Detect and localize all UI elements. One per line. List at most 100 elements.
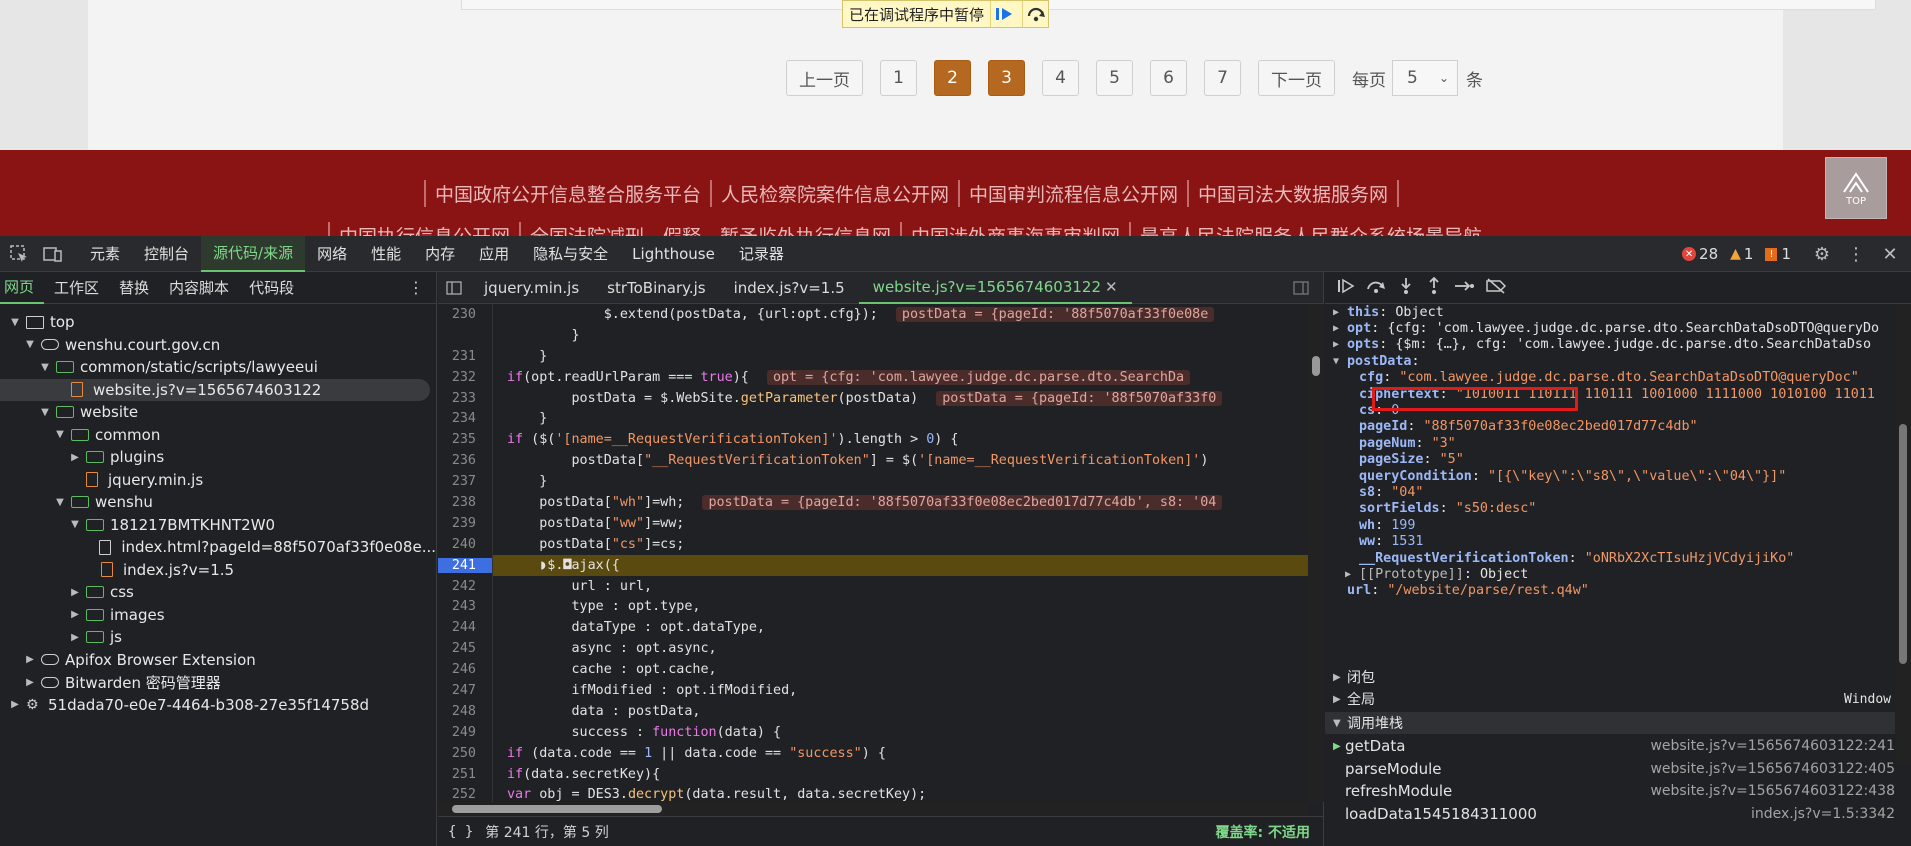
footer-link[interactable]: 中国涉外商事海事审判网 [900, 222, 1129, 236]
more-options-icon[interactable]: ⋮ [408, 278, 424, 297]
tab-network[interactable]: 网络 [305, 236, 359, 272]
code-line[interactable]: 251 if (data.secretKey){ [438, 763, 1308, 785]
line-number[interactable]: 232 [438, 370, 492, 385]
code-line[interactable]: 242 url : url, [438, 575, 1308, 597]
callstack-frame[interactable]: ▶ getData website.js?v=1565674603122:241 [1325, 735, 1895, 757]
error-count[interactable]: ✕ 28 [1682, 245, 1718, 263]
tree-item[interactable]: ▼ wenshu [0, 491, 436, 514]
scope-variable[interactable]: pageNum: "3" [1325, 435, 1895, 451]
code-line[interactable]: 234 } [438, 408, 1308, 430]
footer-link[interactable]: 全国法院减刑、假释、暂予监外执行信息网 [519, 222, 900, 236]
scope-variable[interactable]: ▶ opts: {$m: {…}, cfg: 'com.lawyee.judge.… [1325, 337, 1895, 353]
tab-memory[interactable]: 内存 [413, 236, 467, 272]
line-number[interactable]: 235 [438, 432, 492, 447]
frame-location[interactable]: website.js?v=1565674603122:438 [1650, 783, 1895, 799]
footer-link[interactable]: 人民检察院案件信息公开网 [710, 180, 958, 207]
frame-location[interactable]: website.js?v=1565674603122:241 [1650, 738, 1895, 754]
page-4-button[interactable]: 4 [1042, 60, 1079, 96]
callstack-frame[interactable]: refreshModule website.js?v=1565674603122:… [1325, 780, 1895, 802]
collapse-arrow-icon[interactable]: ▼ [38, 362, 52, 373]
expand-arrow-icon[interactable]: ▶ [1333, 307, 1347, 318]
callstack-frame[interactable]: parseModule website.js?v=1565674603122:40… [1325, 758, 1895, 780]
expand-arrow-icon[interactable]: ▶ [1333, 339, 1347, 350]
scroll-thumb[interactable] [1312, 356, 1320, 376]
tab-application[interactable]: 应用 [467, 236, 521, 272]
gear-icon[interactable]: ⚙ [1807, 239, 1837, 269]
collapse-arrow-icon[interactable]: ▼ [38, 407, 52, 418]
tree-item[interactable]: index.js?v=1.5 [0, 559, 436, 582]
pretty-print-icon[interactable]: { } [448, 824, 473, 840]
tab-lighthouse[interactable]: Lighthouse [620, 236, 727, 272]
tree-item[interactable]: ▶ js [0, 626, 436, 649]
page-6-button[interactable]: 6 [1150, 60, 1187, 96]
tree-item[interactable]: jquery.min.js [0, 469, 436, 492]
page-3-button[interactable]: 3 [988, 60, 1025, 96]
tree-item[interactable]: index.html?pageId=88f5070af33f0e08e... [0, 536, 436, 559]
scroll-thumb[interactable] [1899, 424, 1907, 664]
tab-sources[interactable]: 源代码/来源 [201, 235, 306, 272]
toggle-navigator-icon[interactable] [438, 272, 470, 304]
scope-variable[interactable]: wh: 199 [1325, 517, 1895, 533]
sidebar-scrollbar[interactable] [1895, 304, 1911, 764]
per-page-select[interactable]: 5 ⌄ [1392, 60, 1458, 96]
footer-link[interactable]: 中国执行信息公开网 [328, 222, 519, 236]
expand-arrow-icon[interactable]: ▶ [68, 632, 82, 643]
page-7-button[interactable]: 7 [1204, 60, 1241, 96]
current-code-line[interactable]: 241 ◗$.◘ajax({ [438, 554, 1308, 576]
code-line[interactable]: 232 if (opt.readUrlParam === true){ opt =… [438, 366, 1308, 388]
more-options-icon[interactable]: ⋮ [1841, 239, 1871, 269]
line-number[interactable]: 242 [438, 579, 492, 594]
tab-content-scripts[interactable]: 内容脚本 [159, 272, 239, 304]
line-number[interactable]: 230 [438, 307, 492, 322]
file-tab[interactable]: strToBinary.js [593, 272, 719, 304]
tab-snippets[interactable]: 代码段 [239, 272, 304, 304]
frame-location[interactable]: website.js?v=1565674603122:405 [1650, 761, 1895, 777]
device-toolbar-icon[interactable] [38, 239, 68, 269]
line-number[interactable]: 238 [438, 495, 492, 510]
line-number[interactable]: 236 [438, 453, 492, 468]
line-number[interactable]: 243 [438, 599, 492, 614]
footer-link[interactable]: 中国司法大数据服务网 [1187, 180, 1400, 207]
scope-variable[interactable]: sortFields: "s50:desc" [1325, 501, 1895, 517]
tree-item[interactable]: ▶ ⚙ 51dada70-e0e7-4464-b308-27e35f14758d [0, 694, 436, 717]
line-number[interactable]: 239 [438, 516, 492, 531]
expand-arrow-icon[interactable]: ▶ [68, 452, 82, 463]
collapse-arrow-icon[interactable]: ▼ [1333, 356, 1347, 367]
page-2-button[interactable]: 2 [934, 60, 971, 96]
code-line[interactable]: } [438, 324, 1308, 346]
next-page-button[interactable]: 下一页 [1258, 60, 1335, 96]
warning-count[interactable]: ▲ 1 [1730, 245, 1753, 263]
page-1-button[interactable]: 1 [880, 60, 917, 96]
scope-variable[interactable]: cfg: "com.lawyee.judge.dc.parse.dto.Sear… [1325, 370, 1895, 386]
tree-item[interactable]: ▶ css [0, 581, 436, 604]
expand-arrow-icon[interactable]: ▶ [68, 587, 82, 598]
step-icon[interactable] [1453, 278, 1475, 298]
scope-variable[interactable]: ▼ postData: [1325, 353, 1895, 369]
scope-variable[interactable]: ww: 1531 [1325, 533, 1895, 549]
tab-performance[interactable]: 性能 [359, 236, 413, 272]
expand-arrow-icon[interactable]: ▶ [8, 699, 22, 710]
tree-item[interactable]: ▶ plugins [0, 446, 436, 469]
tab-privacy-security[interactable]: 隐私与安全 [521, 236, 620, 272]
code-line[interactable]: 245 async : opt.async, [438, 638, 1308, 660]
expand-arrow-icon[interactable]: ▶ [1333, 323, 1347, 334]
scope-variable[interactable]: pageSize: "5" [1325, 452, 1895, 468]
code-line[interactable]: 248 data : postData, [438, 700, 1308, 722]
code-line[interactable]: 249 success : function (data) { [438, 721, 1308, 743]
footer-link[interactable]: 最高人民法院服务人民群众系统场景导航 [1129, 222, 1491, 236]
expand-arrow-icon[interactable]: ▶ [23, 677, 37, 688]
callstack-frame[interactable]: loadData1545184311000 index.js?v=1.5:3342 [1325, 803, 1895, 825]
step-over-button[interactable] [1022, 1, 1048, 27]
code-line[interactable]: 246 cache : opt.cache, [438, 659, 1308, 681]
code-line[interactable]: 240 postData["cs"]=cs; [438, 533, 1308, 555]
toggle-debugger-icon[interactable] [1285, 272, 1317, 304]
tree-item[interactable]: ▼ common/static/scripts/lawyeeui [0, 356, 436, 379]
tree-item[interactable]: ▶ Apifox Browser Extension [0, 649, 436, 672]
line-number[interactable]: 251 [438, 767, 492, 782]
collapse-arrow-icon[interactable]: ▼ [53, 497, 67, 508]
expand-arrow-icon[interactable]: ▶ [1345, 569, 1359, 580]
inspect-element-icon[interactable] [4, 239, 34, 269]
editor-vertical-scrollbar[interactable] [1308, 304, 1324, 802]
code-line[interactable]: 237 } [438, 471, 1308, 493]
tab-console[interactable]: 控制台 [132, 236, 201, 272]
